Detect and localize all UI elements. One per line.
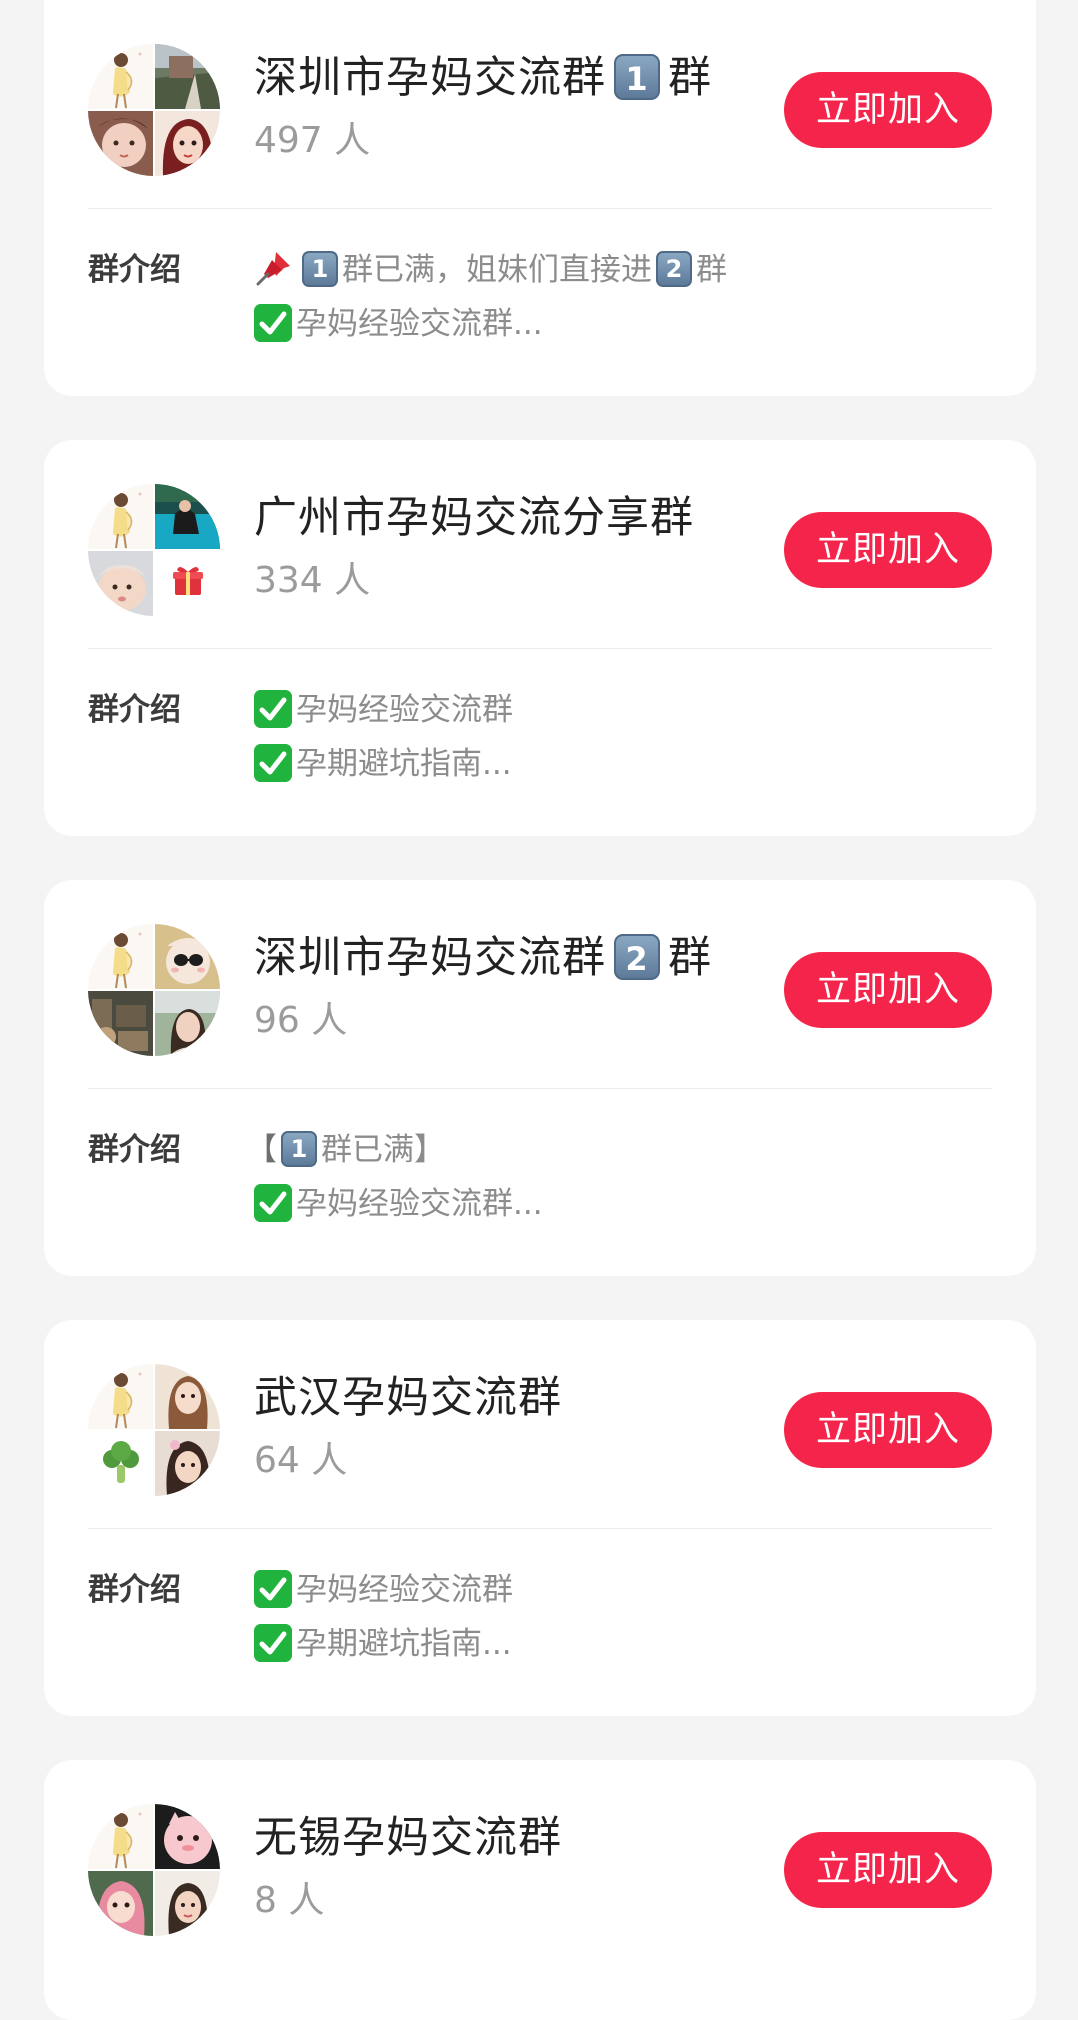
member-avatar bbox=[155, 44, 220, 109]
member-avatar bbox=[88, 551, 153, 616]
intro-text: 孕妈经验交流群... bbox=[296, 306, 543, 342]
member-avatar bbox=[155, 1871, 220, 1936]
group-name: 无锡孕妈交流群 bbox=[254, 1813, 562, 1863]
intro-line: 孕妈经验交流群... bbox=[254, 302, 543, 346]
intro-line: 1 群已满，姐妹们直接进 2 群 bbox=[254, 248, 727, 292]
group-name-suffix: 群 bbox=[668, 933, 712, 983]
intro-text: 群已满】 bbox=[321, 1132, 445, 1168]
member-avatar bbox=[88, 1431, 153, 1496]
intro-label: 群介绍 bbox=[88, 1572, 181, 1608]
member-avatar bbox=[88, 924, 153, 989]
intro-line: 孕期避坑指南... bbox=[254, 742, 512, 786]
group-card[interactable]: 无锡孕妈交流群 8 人 立即加入 bbox=[44, 1760, 1036, 2020]
check-mark-button-icon bbox=[254, 743, 292, 782]
member-count: 8 人 bbox=[254, 1880, 325, 1921]
member-avatar bbox=[155, 991, 220, 1056]
member-avatar bbox=[155, 484, 220, 549]
member-avatar bbox=[88, 1364, 153, 1429]
divider bbox=[88, 648, 992, 649]
intro-line: 孕妈经验交流群 bbox=[254, 688, 513, 732]
join-button[interactable]: 立即加入 bbox=[784, 72, 992, 148]
intro-line: 孕期避坑指南... bbox=[254, 1622, 512, 1666]
group-avatar bbox=[88, 1364, 220, 1496]
member-avatar bbox=[155, 1431, 220, 1496]
member-avatar bbox=[88, 1804, 153, 1869]
intro-text: 孕期避坑指南... bbox=[296, 746, 512, 782]
group-card[interactable]: 深圳市孕妈交流群 1 群 497 人 立即加入 群介绍 1 群已满，姐妹们直接进 2 群 … bbox=[44, 0, 1036, 396]
member-avatar bbox=[155, 111, 220, 176]
member-avatar bbox=[155, 1804, 220, 1869]
group-name-suffix: 群 bbox=[668, 53, 712, 103]
member-avatar bbox=[88, 484, 153, 549]
member-avatar bbox=[88, 111, 153, 176]
keycap-number-icon: 2 bbox=[614, 933, 660, 980]
intro-text: 孕妈经验交流群 bbox=[296, 692, 513, 728]
intro-label: 群介绍 bbox=[88, 692, 181, 728]
group-name: 深圳市孕妈交流群 2 群 bbox=[254, 930, 712, 986]
group-name: 深圳市孕妈交流群 1 群 bbox=[254, 50, 712, 106]
check-mark-button-icon bbox=[254, 1623, 292, 1662]
check-mark-button-icon bbox=[254, 1569, 292, 1608]
intro-line: 【1 群已满】 bbox=[246, 1128, 445, 1172]
group-avatar bbox=[88, 1804, 220, 1936]
group-card[interactable]: 武汉孕妈交流群 64 人 立即加入 群介绍 孕妈经验交流群 孕期避坑指南... bbox=[44, 1320, 1036, 1716]
intro-text: 孕妈经验交流群... bbox=[296, 1186, 543, 1222]
group-name: 武汉孕妈交流群 bbox=[254, 1373, 562, 1423]
member-count: 96 人 bbox=[254, 1000, 348, 1041]
join-button[interactable]: 立即加入 bbox=[784, 1832, 992, 1908]
member-avatar bbox=[88, 991, 153, 1056]
member-avatar bbox=[88, 44, 153, 109]
intro-line: 孕妈经验交流群... bbox=[254, 1182, 543, 1226]
join-button[interactable]: 立即加入 bbox=[784, 1392, 992, 1468]
intro-line: 孕妈经验交流群 bbox=[254, 1568, 513, 1612]
pushpin-icon bbox=[254, 248, 294, 288]
member-count: 64 人 bbox=[254, 1440, 348, 1481]
keycap-number-icon: 1 bbox=[614, 53, 660, 100]
divider bbox=[88, 1088, 992, 1089]
member-avatar bbox=[88, 1871, 153, 1936]
intro-text: 孕妈经验交流群 bbox=[296, 1572, 513, 1608]
intro-label: 群介绍 bbox=[88, 252, 181, 288]
group-card[interactable]: 广州市孕妈交流分享群 334 人 立即加入 群介绍 孕妈经验交流群 孕期避坑指南… bbox=[44, 440, 1036, 836]
check-mark-button-icon bbox=[254, 303, 292, 342]
intro-label: 群介绍 bbox=[88, 1132, 181, 1168]
group-avatar bbox=[88, 44, 220, 176]
group-name: 广州市孕妈交流分享群 bbox=[254, 493, 694, 543]
member-count: 497 人 bbox=[254, 120, 371, 161]
member-avatar bbox=[155, 924, 220, 989]
divider bbox=[88, 208, 992, 209]
intro-text: 群已满，姐妹们直接进 bbox=[342, 252, 652, 288]
intro-text: 孕期避坑指南... bbox=[296, 1626, 512, 1662]
group-avatar bbox=[88, 484, 220, 616]
member-avatar bbox=[155, 551, 220, 616]
group-name-text: 深圳市孕妈交流群 bbox=[254, 933, 606, 983]
check-mark-button-icon bbox=[254, 689, 292, 728]
keycap-number-icon: 2 bbox=[656, 250, 692, 287]
keycap-number-icon: 1 bbox=[281, 1130, 317, 1167]
divider bbox=[88, 1528, 992, 1529]
group-card[interactable]: 深圳市孕妈交流群 2 群 96 人 立即加入 群介绍 【1 群已满】 孕妈经验交流群.… bbox=[44, 880, 1036, 1276]
group-avatar bbox=[88, 924, 220, 1056]
intro-text: 群 bbox=[696, 252, 727, 288]
join-button[interactable]: 立即加入 bbox=[784, 952, 992, 1028]
check-mark-button-icon bbox=[254, 1183, 292, 1222]
join-button[interactable]: 立即加入 bbox=[784, 512, 992, 588]
intro-text: 【 bbox=[246, 1132, 277, 1168]
member-avatar bbox=[155, 1364, 220, 1429]
group-name-text: 深圳市孕妈交流群 bbox=[254, 53, 606, 103]
keycap-number-icon: 1 bbox=[302, 250, 338, 287]
member-count: 334 人 bbox=[254, 560, 371, 601]
